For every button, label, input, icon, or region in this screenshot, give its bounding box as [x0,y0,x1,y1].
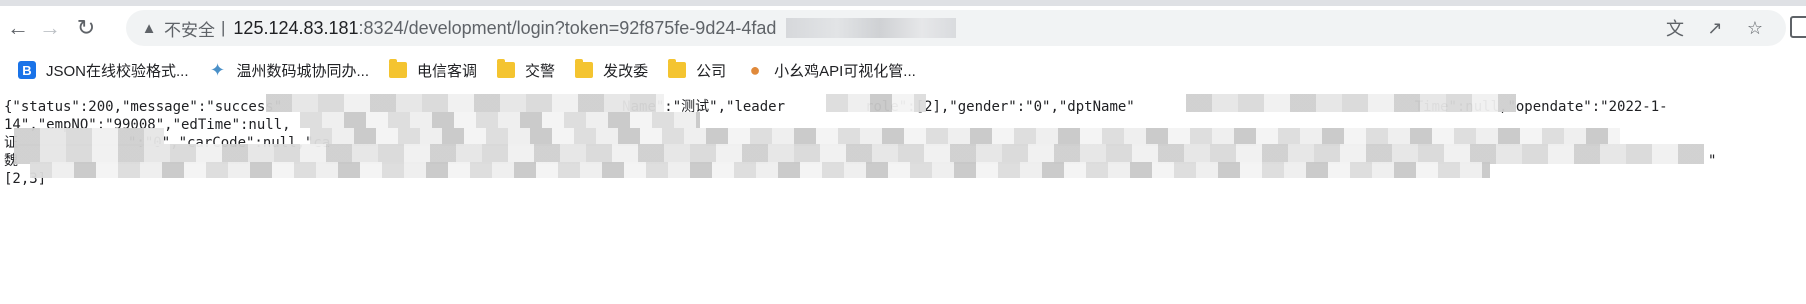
bird-logo-icon: ✦ [209,59,226,80]
bookmark-json[interactable]: B JSON在线校验格式... [8,56,199,84]
arrow-back-icon: ← [7,15,29,40]
bookmark-xiaoyaoji[interactable]: ● 小幺鸡API可视化管... [736,56,926,84]
url-redaction [786,18,957,38]
bookmark-label: JSON在线校验格式... [46,62,189,80]
page-content: {"status":200,"message":"success" Name":"… [0,88,1806,304]
bookmark-folder-traffic-police[interactable]: 交警 [487,56,565,84]
bookmark-label: 公司 [696,62,727,80]
redaction-block [826,94,926,112]
bookmark-label: 交警 [525,62,556,80]
url-separator: | [221,18,226,37]
tab-strip-edge [0,0,1806,6]
bookmark-label: 发改委 [603,62,649,80]
redaction-block [300,112,700,128]
security-label[interactable]: 不安全 [164,16,215,41]
folder-icon [575,59,594,78]
bookmark-folder-telecom[interactable]: 电信客调 [379,56,487,84]
redaction-block [30,162,1490,178]
chick-logo-icon: ● [749,59,761,80]
bookmark-label: 电信客调 [417,62,478,80]
bookmarks-bar: B JSON在线校验格式... ✦ 温州数码城协同办... 电信客调 交警 发改… [0,52,1806,88]
bookmark-folder-company[interactable]: 公司 [658,56,736,84]
browser-toolbar: ← → ↻ ▲ 不安全 | 125.124.83.181:8324/develo… [0,0,1806,52]
reload-button[interactable]: ↻ [70,12,102,44]
folder-icon [497,59,516,78]
redaction-block [1186,94,1516,112]
bookmark-folder-drc[interactable]: 发改委 [565,56,658,84]
json-line-4-end: " [1708,153,1717,169]
translate-icon[interactable]: 文 [1662,15,1688,41]
arrow-forward-icon: → [39,15,61,40]
forward-button[interactable]: → [34,12,66,44]
redaction-block [266,94,664,112]
url-text[interactable]: 125.124.83.181:8324/development/login?to… [233,18,776,39]
warning-triangle-icon[interactable]: ▲ [140,19,158,37]
bookmark-label: 温州数码城协同办... [236,62,370,80]
json-logo-icon: B [18,61,36,79]
side-panel-icon[interactable] [1790,16,1806,38]
back-button[interactable]: ← [2,12,34,44]
folder-icon [668,59,687,78]
redaction-block [14,144,1704,164]
address-bar-actions: 文 ↗ ☆ [1662,10,1786,46]
url-path: :8324/development/login?token=92f875fe-9… [358,17,777,38]
address-bar[interactable]: ▲ 不安全 | 125.124.83.181:8324/development/… [126,10,1786,46]
url-host: 125.124.83.181 [233,17,359,38]
bookmark-star-icon[interactable]: ☆ [1742,15,1768,41]
folder-icon [389,59,408,78]
reload-icon: ↻ [76,15,96,40]
json-line-1-start: {"status":200,"message":"success" [4,99,283,115]
share-icon[interactable]: ↗ [1702,15,1728,41]
bookmark-wenzhou[interactable]: ✦ 温州数码城协同办... [199,56,380,84]
bookmark-label: 小幺鸡API可视化管... [774,62,916,80]
